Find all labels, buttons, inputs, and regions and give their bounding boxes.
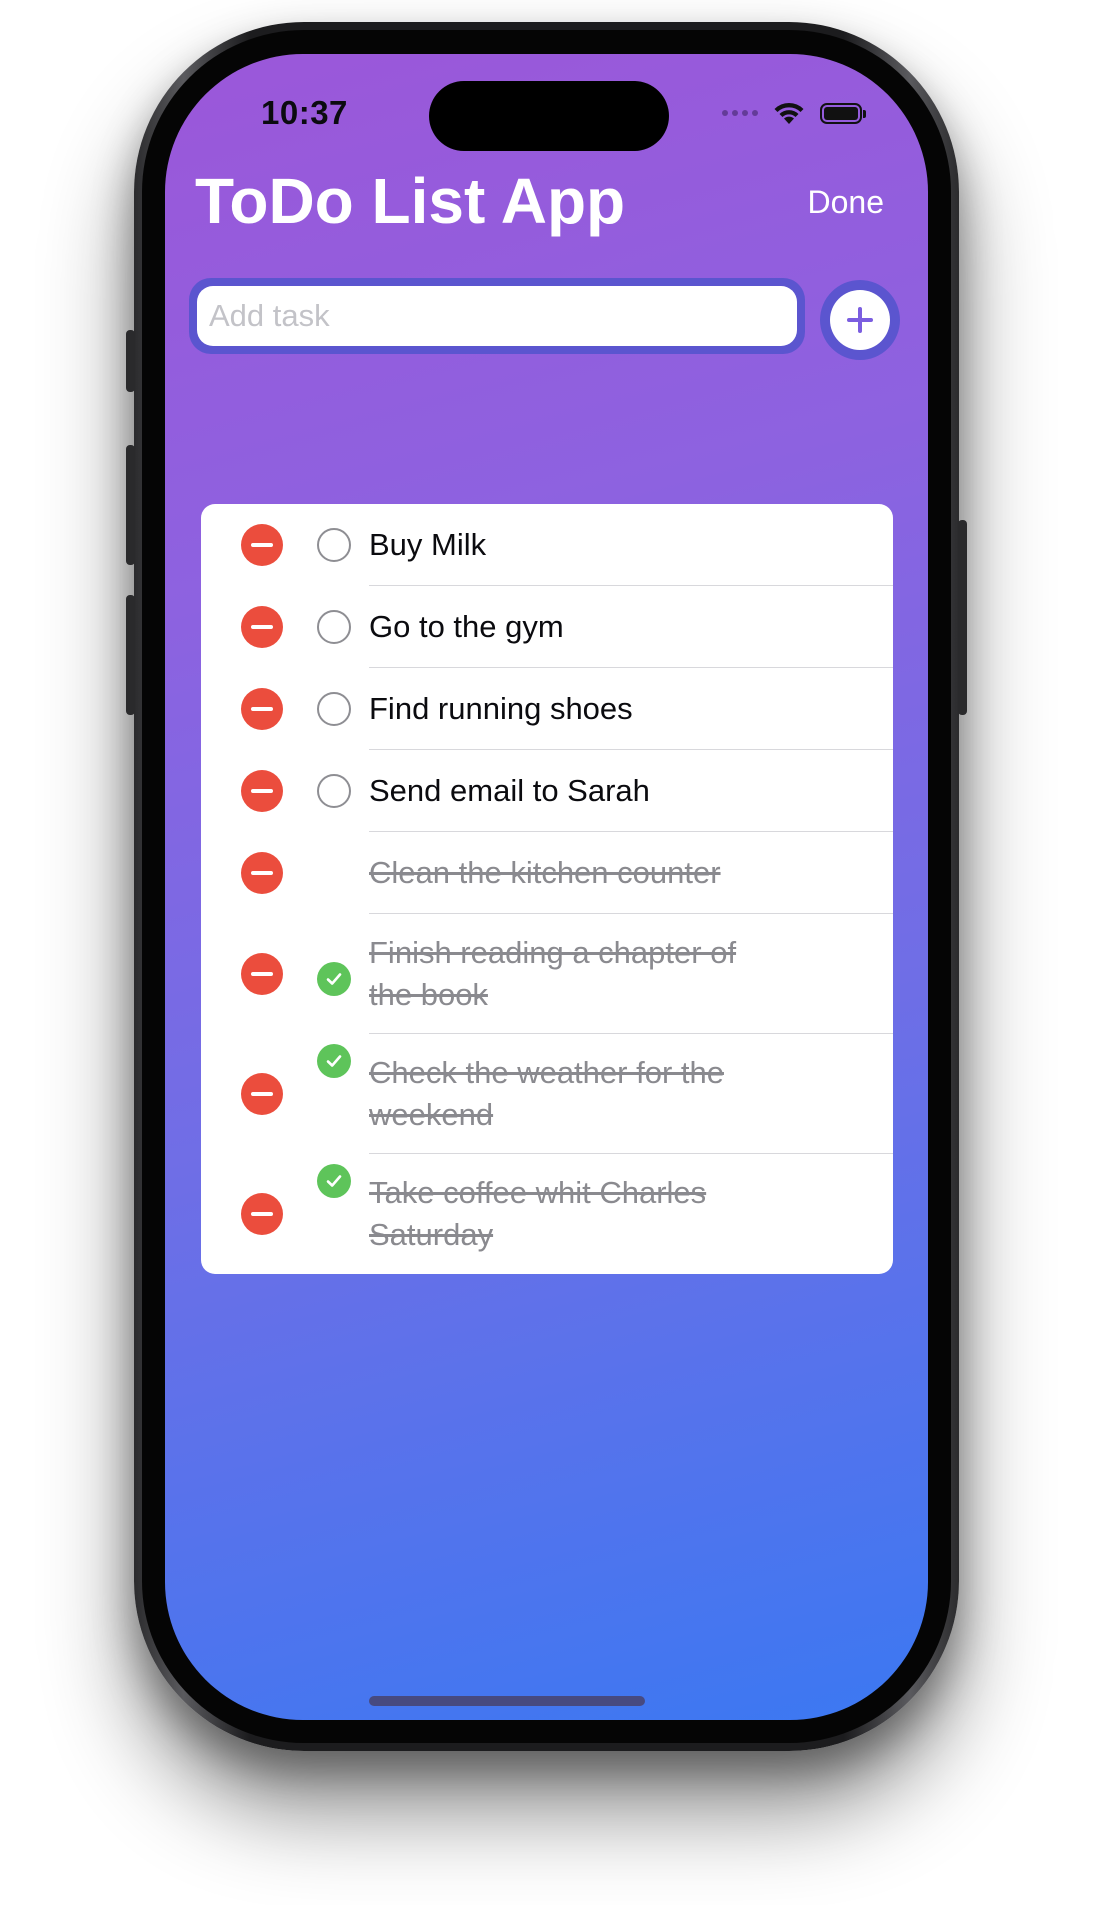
add-task-button[interactable] (820, 280, 900, 360)
battery-icon (820, 102, 866, 124)
delete-button[interactable] (241, 852, 283, 894)
minus-icon (251, 871, 273, 875)
delete-button[interactable] (241, 524, 283, 566)
dynamic-island (429, 81, 669, 151)
task-row[interactable]: Take coffee whit Charles Saturday (201, 1154, 893, 1274)
delete-button[interactable] (241, 606, 283, 648)
device-stage: 10:37 ToDo List App Done Add task Buy Mi… (0, 0, 1094, 1905)
status-icons (722, 100, 866, 126)
minus-icon (251, 707, 273, 711)
volume-up-button (126, 445, 135, 565)
task-content: Clean the kitchen counter (369, 832, 893, 914)
minus-icon (251, 543, 273, 547)
task-label: Send email to Sarah (369, 772, 650, 808)
delete-button[interactable] (241, 953, 283, 995)
task-label: Go to the gym (369, 608, 564, 644)
minus-icon (251, 625, 273, 629)
unchecked-circle-icon[interactable] (317, 774, 351, 808)
task-label: Finish reading a chapter of the book (369, 934, 737, 1012)
minus-icon (251, 789, 273, 793)
task-content: Go to the gym (369, 586, 893, 668)
task-content: Finish reading a chapter of the book (369, 914, 893, 1034)
task-content: Buy Milk (369, 504, 893, 586)
delete-button[interactable] (241, 1193, 283, 1235)
delete-button[interactable] (241, 688, 283, 730)
task-label: Clean the kitchen counter (369, 854, 721, 890)
delete-button[interactable] (241, 770, 283, 812)
power-button (958, 520, 967, 715)
task-content: Send email to Sarah (369, 750, 893, 832)
minus-icon (251, 1092, 273, 1096)
task-content: Find running shoes (369, 668, 893, 750)
unchecked-circle-icon[interactable] (317, 610, 351, 644)
wifi-icon (774, 102, 804, 124)
task-row[interactable]: Check the weather for the weekend (201, 1034, 893, 1198)
task-row[interactable]: Buy Milk (201, 504, 893, 586)
delete-button[interactable] (241, 1073, 283, 1115)
task-row[interactable]: Send email to Sarah (201, 750, 893, 832)
add-button-inner (830, 290, 890, 350)
done-button[interactable]: Done (808, 184, 885, 221)
task-label: Find running shoes (369, 690, 633, 726)
task-row[interactable]: Go to the gym (201, 586, 893, 668)
task-row[interactable]: Find running shoes (201, 668, 893, 750)
task-row[interactable]: Finish reading a chapter of the book (201, 914, 893, 1078)
add-task-field-container (189, 278, 805, 354)
volume-down-button (126, 595, 135, 715)
task-content: Check the weather for the weekend (369, 1034, 893, 1154)
task-content: Take coffee whit Charles Saturday (369, 1154, 893, 1274)
unchecked-circle-icon[interactable] (317, 692, 351, 726)
task-list: Buy Milk Go to the gym Find running shoes S… (201, 504, 893, 1274)
task-label: Buy Milk (369, 526, 487, 562)
minus-icon (251, 1212, 273, 1216)
add-task-input[interactable] (197, 286, 797, 346)
app-screen: 10:37 ToDo List App Done Add task Buy Mi… (165, 54, 928, 1720)
status-time: 10:37 (261, 94, 348, 131)
home-indicator[interactable] (369, 1696, 645, 1706)
minus-icon (251, 972, 273, 976)
task-label: Take coffee whit Charles Saturday (369, 1175, 707, 1252)
action-button (126, 330, 135, 392)
unchecked-circle-icon[interactable] (317, 528, 351, 562)
cellular-signal-icon (722, 110, 758, 116)
page-title: ToDo List App (195, 165, 626, 237)
plus-icon (847, 307, 873, 333)
task-label: Check the weather for the weekend (369, 1054, 724, 1132)
task-row[interactable]: Clean the kitchen counter (201, 832, 893, 996)
